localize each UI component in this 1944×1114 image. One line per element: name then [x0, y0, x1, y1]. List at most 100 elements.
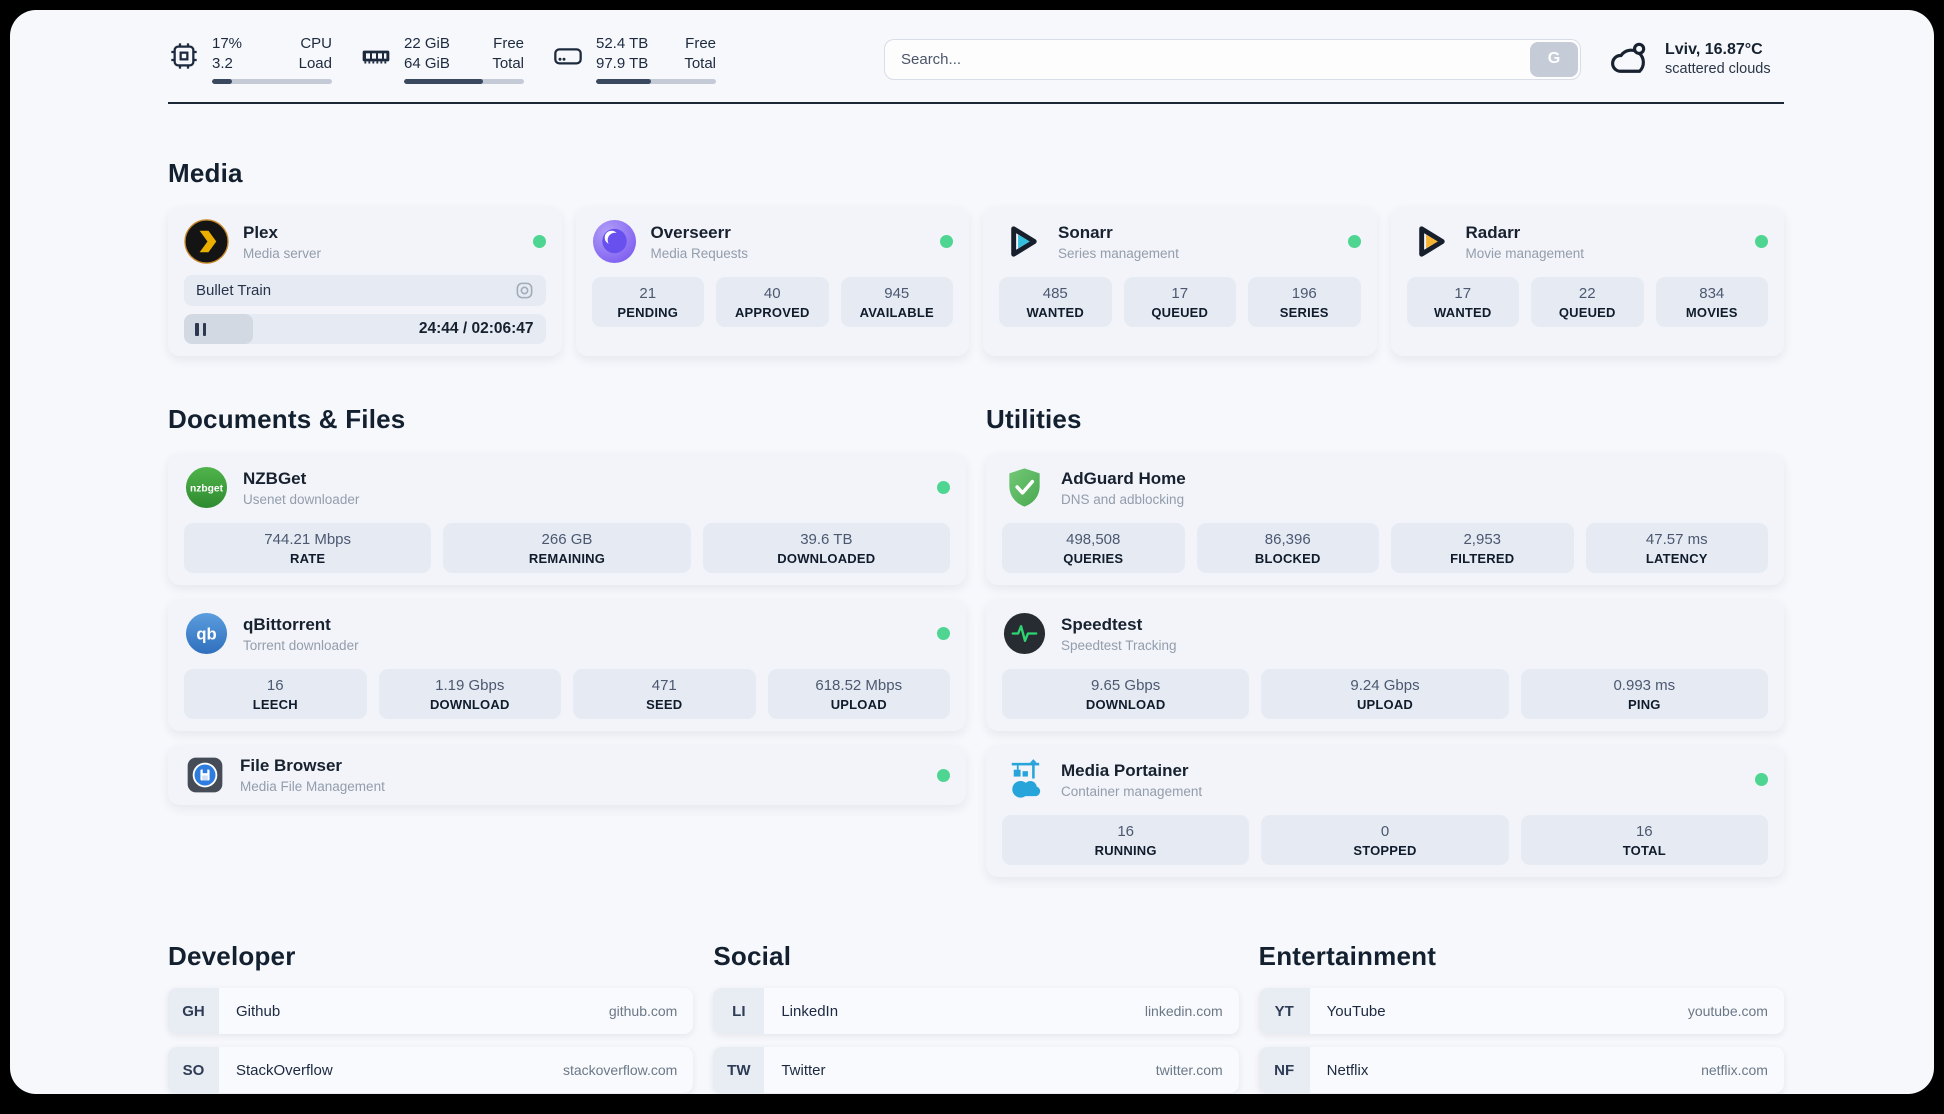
link-url: twitter.com: [1155, 1062, 1223, 1078]
ram-progress-bar: [404, 79, 524, 84]
playback-progress-bar[interactable]: 24:44 / 02:06:47: [184, 314, 546, 344]
stat-pill: 2,953 FILTERED: [1391, 523, 1574, 573]
cpu-widget: 17% 3.2 CPU Load: [168, 34, 332, 84]
cloud-icon: [1609, 38, 1651, 80]
dashboard-page: 17% 3.2 CPU Load 22 GiB 64 GiB Free Tota…: [10, 10, 1934, 1094]
stat-label: TOTAL: [1622, 843, 1666, 858]
weather-widget: Lviv, 16.87°C scattered clouds: [1609, 38, 1784, 80]
search-input[interactable]: [884, 38, 1581, 80]
status-dot: [1755, 773, 1768, 786]
section-title-media: Media: [168, 158, 243, 188]
header-bar: 17% 3.2 CPU Load 22 GiB 64 GiB Free Tota…: [168, 34, 1784, 84]
stat-value: 266 GB: [541, 531, 593, 548]
weather-condition: scattered clouds: [1665, 61, 1771, 77]
stat-label: AVAILABLE: [859, 305, 934, 320]
portainer-card[interactable]: Media Portainer Container management 16 …: [986, 745, 1784, 877]
adguard-card[interactable]: AdGuard Home DNS and adblocking 498,508 …: [986, 453, 1784, 585]
link-row-linkedin[interactable]: LI LinkedIn linkedin.com: [713, 988, 1239, 1034]
stat-value: 16: [1635, 823, 1653, 840]
link-name: LinkedIn: [781, 1002, 839, 1020]
stat-value: 16: [266, 677, 284, 694]
overseerr-card[interactable]: Overseerr Media Requests 21 PENDING 40 A…: [575, 207, 969, 356]
stat-pill: 0.993 ms PING: [1520, 669, 1768, 719]
stat-value: 196: [1291, 285, 1317, 302]
ram-widget: 22 GiB 64 GiB Free Total: [360, 34, 524, 84]
camera-icon[interactable]: [515, 281, 534, 300]
app-name: NZBGet: [243, 468, 307, 488]
stat-label: DOWNLOADED: [777, 551, 876, 566]
sonarr-icon: [999, 219, 1044, 264]
twitter-abbr-icon: TW: [713, 1047, 765, 1093]
stat-pill: 47.57 ms LATENCY: [1585, 523, 1768, 573]
stat-value: 47.57 ms: [1645, 531, 1708, 548]
stat-value: 471: [651, 677, 677, 694]
link-name: StackOverflow: [236, 1061, 333, 1079]
stat-pill: 196 SERIES: [1248, 277, 1361, 327]
stat-pill: 86,396 BLOCKED: [1196, 523, 1379, 573]
plex-icon: [184, 219, 229, 264]
entertainment-section: Entertainment YT YouTube youtube.com NF …: [1258, 941, 1784, 1094]
stat-value: 16: [1117, 823, 1134, 840]
stat-label: PENDING: [617, 305, 679, 320]
search-engine-button[interactable]: G: [1530, 41, 1578, 77]
stat-label: REMAINING: [528, 551, 606, 566]
link-row-youtube[interactable]: YT YouTube youtube.com: [1258, 988, 1784, 1034]
svg-text:qb: qb: [196, 624, 216, 643]
app-subtitle: Container management: [1061, 783, 1203, 799]
stat-label: RUNNING: [1094, 843, 1157, 858]
documents-section: Documents & Files nzbget NZBGet Usenet d…: [168, 404, 966, 877]
nzbget-icon: nzbget: [184, 465, 229, 510]
stat-value: 945: [884, 285, 910, 302]
plex-card[interactable]: Plex Media server Bullet Train 24:44 / 0…: [168, 207, 562, 356]
disk-free-value: 52.4 TB: [596, 35, 649, 52]
section-title-utilities: Utilities: [986, 404, 1082, 434]
link-row-stackoverflow[interactable]: SO StackOverflow stackoverflow.com: [168, 1047, 694, 1093]
app-name: Radarr: [1465, 222, 1521, 242]
stat-pill: 834 MOVIES: [1655, 277, 1768, 327]
stat-pill: 1.19 Gbps DOWNLOAD: [378, 669, 561, 719]
speedtest-card[interactable]: Speedtest Speedtest Tracking 9.65 Gbps D…: [986, 599, 1784, 731]
stat-label: WANTED: [1026, 305, 1085, 320]
cpu-label-bottom: Load: [298, 54, 332, 72]
ram-free-value: 22 GiB: [404, 35, 450, 52]
stat-value: 9.65 Gbps: [1091, 677, 1161, 694]
link-url: github.com: [608, 1003, 678, 1019]
disk-label-top: Free: [685, 35, 716, 52]
sonarr-card[interactable]: Sonarr Series management 485 WANTED 17 Q…: [983, 207, 1377, 356]
stat-label: STOPPED: [1353, 843, 1417, 858]
cpu-chip-icon: [168, 40, 200, 72]
link-row-netflix[interactable]: NF Netflix netflix.com: [1258, 1047, 1784, 1093]
qbittorrent-card[interactable]: qb qBittorrent Torrent downloader 16 LEE…: [168, 599, 966, 731]
stat-pill: 618.52 Mbps UPLOAD: [767, 669, 950, 719]
link-row-twitter[interactable]: TW Twitter twitter.com: [713, 1047, 1239, 1093]
ram-label-bottom: Total: [492, 54, 524, 72]
radarr-card[interactable]: Radarr Movie management 17 WANTED 22 QUE…: [1390, 207, 1784, 356]
cpu-usage-value: 17%: [212, 35, 243, 52]
stat-value: 0.993 ms: [1613, 677, 1676, 694]
stackoverflow-abbr-icon: SO: [168, 1047, 219, 1093]
section-title-documents: Documents & Files: [168, 404, 406, 434]
social-section: Social LI LinkedIn linkedin.com TW Twitt…: [713, 941, 1239, 1094]
filebrowser-card[interactable]: File Browser Media File Management: [168, 745, 966, 805]
app-subtitle: Speedtest Tracking: [1061, 637, 1177, 653]
stat-label: MOVIES: [1685, 305, 1738, 320]
stat-label: QUEUED: [1151, 305, 1209, 320]
stat-value: 0: [1380, 823, 1390, 840]
stat-label: BLOCKED: [1254, 551, 1321, 566]
stat-value: 618.52 Mbps: [815, 677, 903, 694]
nzbget-card[interactable]: nzbget NZBGet Usenet downloader 744.21 M…: [168, 453, 966, 585]
status-dot: [937, 481, 950, 494]
linkedin-abbr-icon: LI: [713, 988, 765, 1034]
link-row-github[interactable]: GH Github github.com: [168, 988, 694, 1034]
filebrowser-icon: [184, 754, 226, 796]
link-name: Twitter: [781, 1061, 826, 1079]
disk-icon: [552, 40, 584, 72]
stat-label: LATENCY: [1645, 551, 1708, 566]
app-subtitle: Usenet downloader: [243, 491, 360, 507]
weather-location-temp: Lviv, 16.87°C: [1665, 41, 1763, 58]
media-section: Plex Media server Bullet Train 24:44 / 0…: [168, 207, 1784, 356]
qbittorrent-icon: qb: [184, 611, 229, 656]
stat-label: QUERIES: [1063, 551, 1124, 566]
app-subtitle: Media server: [243, 245, 322, 261]
pause-button[interactable]: [195, 322, 206, 336]
